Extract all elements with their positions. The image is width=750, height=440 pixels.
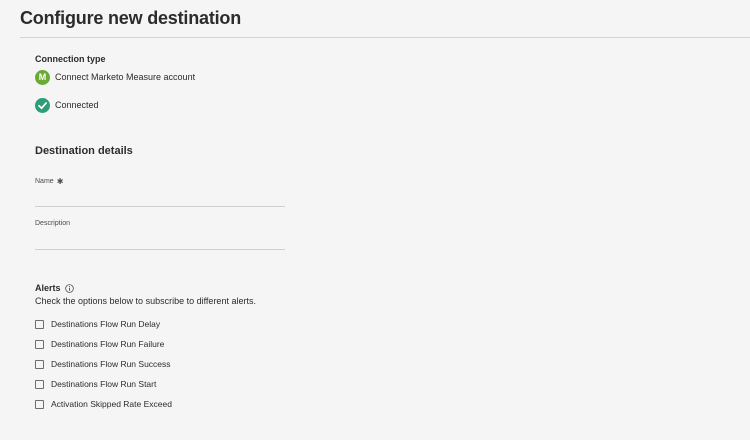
checkbox-icon[interactable]	[35, 339, 44, 349]
destination-details-title: Destination details	[35, 145, 133, 157]
connection-type-label: Connection type	[35, 54, 106, 64]
name-field-label: Name ✱	[35, 177, 63, 186]
alert-option-label: Destinations Flow Run Start	[51, 379, 157, 389]
alert-option-label: Destinations Flow Run Failure	[51, 339, 165, 349]
connection-status-label: Connected	[55, 100, 99, 110]
connection-status-row: Connected	[35, 97, 99, 113]
checkbox-icon[interactable]	[35, 379, 44, 389]
account-avatar-icon: M	[35, 69, 50, 85]
alert-option-flow-run-failure[interactable]: Destinations Flow Run Failure	[35, 338, 164, 350]
title-divider	[20, 37, 750, 38]
alert-option-label: Destinations Flow Run Success	[51, 359, 171, 369]
description-field-label: Description	[35, 220, 70, 227]
page-title: Configure new destination	[20, 8, 242, 28]
account-label: Connect Marketo Measure account	[55, 72, 196, 82]
checkbox-icon[interactable]	[35, 319, 44, 329]
account-row: M Connect Marketo Measure account	[35, 69, 195, 85]
alert-option-flow-run-start[interactable]: Destinations Flow Run Start	[35, 378, 156, 390]
alert-option-flow-run-delay[interactable]: Destinations Flow Run Delay	[35, 318, 160, 330]
alert-option-label: Destinations Flow Run Delay	[51, 319, 161, 329]
checkbox-icon[interactable]	[35, 359, 44, 369]
alerts-header: Alerts	[35, 283, 74, 293]
checkmark-circle-icon	[35, 97, 50, 113]
name-label-text: Name	[35, 178, 54, 185]
alert-option-label: Activation Skipped Rate Exceed	[51, 399, 172, 409]
alerts-description: Check the options below to subscribe to …	[35, 296, 256, 306]
checkbox-icon[interactable]	[35, 399, 44, 409]
description-input[interactable]	[35, 235, 285, 250]
alert-option-activation-skipped-rate-exceed[interactable]: Activation Skipped Rate Exceed	[35, 398, 172, 410]
name-input[interactable]	[35, 192, 285, 207]
alerts-title: Alerts	[35, 283, 61, 293]
description-label-text: Description	[35, 220, 71, 227]
asterisk-icon: ✱	[56, 177, 64, 186]
alert-option-flow-run-success[interactable]: Destinations Flow Run Success	[35, 358, 171, 370]
info-icon[interactable]	[64, 283, 74, 293]
